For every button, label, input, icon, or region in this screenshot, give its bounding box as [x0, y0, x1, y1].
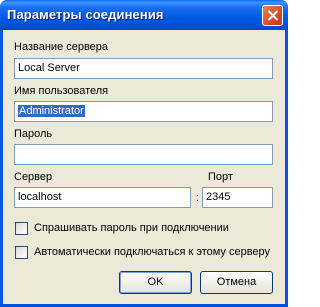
ok-button[interactable]: OK — [119, 271, 192, 294]
connection-settings-dialog: Параметры соединения Название сервера Lo… — [0, 0, 288, 307]
ask-password-label: Спрашивать пароль при подключении — [34, 222, 229, 234]
server-name-input[interactable]: Local Server — [14, 58, 273, 79]
auto-connect-checkbox[interactable] — [15, 246, 28, 259]
port-label: Порт — [208, 171, 233, 183]
username-input[interactable]: Administrator — [14, 101, 273, 122]
server-name-label: Название сервера — [14, 41, 109, 53]
dialog-body: Название сервера Local Server Имя пользо… — [3, 30, 285, 304]
server-label: Сервер — [14, 171, 53, 183]
password-label: Пароль — [14, 128, 53, 140]
auto-connect-label: Автоматически подключаться к этому серве… — [34, 246, 271, 258]
password-input[interactable] — [14, 144, 273, 165]
username-value: Administrator — [18, 105, 85, 117]
dialog-title: Параметры соединения — [7, 7, 164, 22]
ask-password-option[interactable]: Спрашивать пароль при подключении — [15, 222, 275, 236]
auto-connect-option[interactable]: Автоматически подключаться к этому серве… — [15, 246, 275, 260]
title-bar[interactable]: Параметры соединения — [0, 0, 288, 30]
server-input[interactable]: localhost — [14, 187, 191, 208]
close-icon[interactable] — [262, 5, 283, 26]
username-label: Имя пользователя — [14, 85, 109, 97]
ask-password-checkbox[interactable] — [15, 222, 28, 235]
cancel-button[interactable]: Отмена — [200, 271, 273, 294]
host-port-separator: : — [196, 192, 200, 204]
port-input[interactable]: 2345 — [202, 187, 273, 208]
